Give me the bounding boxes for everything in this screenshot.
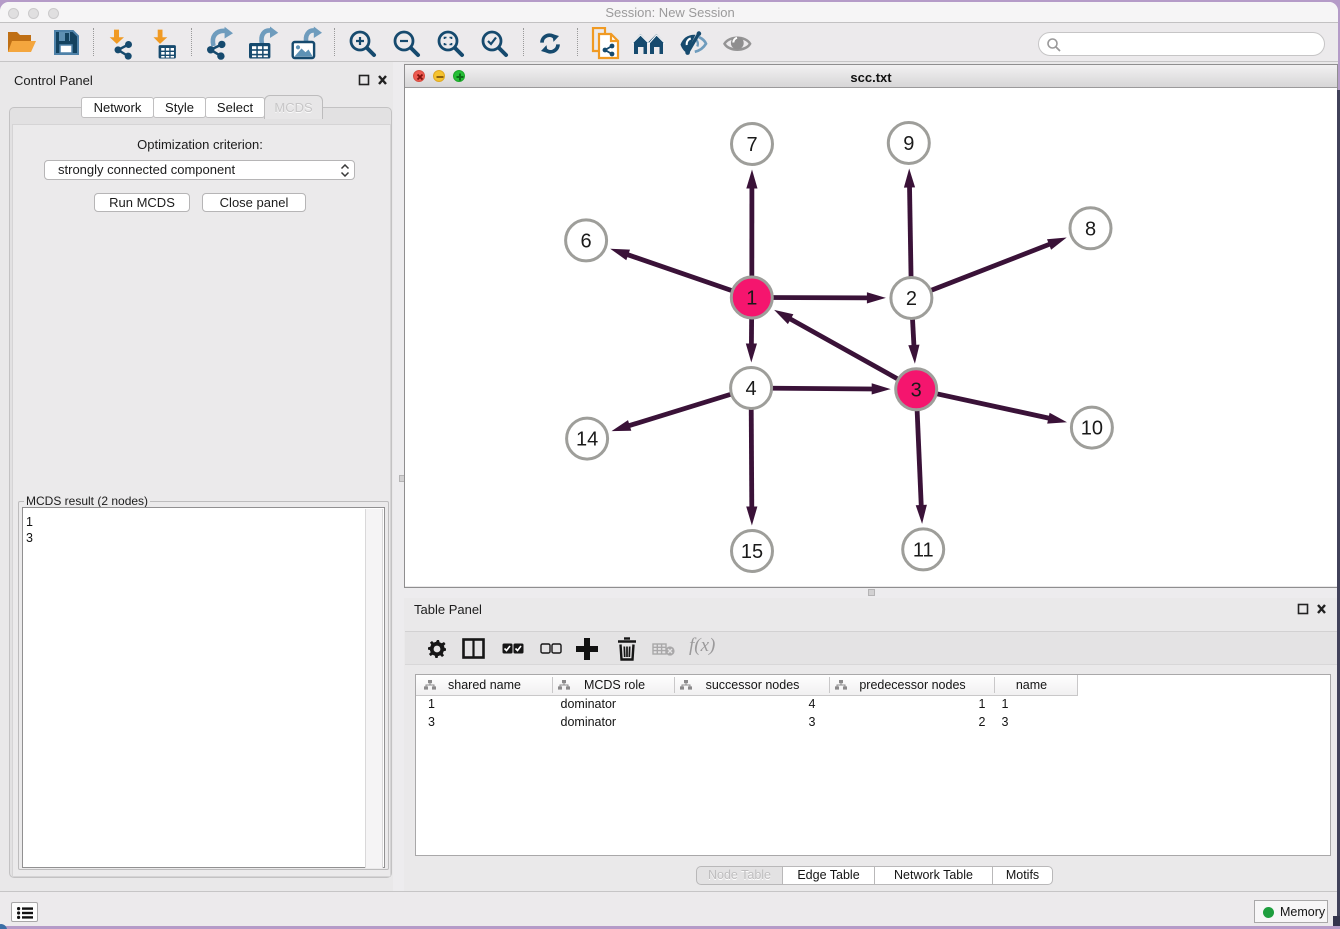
svg-text:11: 11 — [913, 539, 934, 561]
svg-text:2: 2 — [906, 288, 917, 310]
svg-text:3: 3 — [911, 379, 922, 401]
svg-text:8: 8 — [1085, 218, 1096, 240]
svg-text:4: 4 — [746, 378, 757, 400]
svg-text:1: 1 — [746, 288, 757, 310]
svg-text:6: 6 — [581, 230, 592, 252]
svg-text:15: 15 — [741, 541, 763, 563]
svg-text:14: 14 — [576, 429, 598, 451]
svg-text:9: 9 — [903, 133, 914, 155]
svg-text:7: 7 — [746, 134, 757, 156]
svg-text:10: 10 — [1081, 418, 1103, 440]
